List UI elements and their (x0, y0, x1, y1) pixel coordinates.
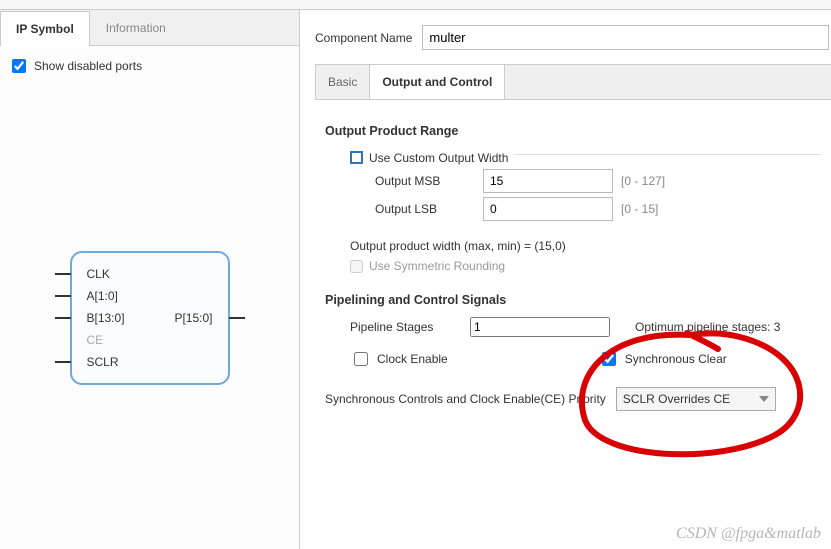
synchronous-clear-label: Synchronous Clear (625, 352, 727, 366)
ip-symbol-area: CLK A[1:0] B[13:0] P[15:0] CE SCLR (0, 86, 299, 549)
port-a: A[1:0] (87, 289, 118, 303)
port-ce: CE (87, 333, 104, 347)
output-msb-range: [0 - 127] (621, 174, 665, 188)
show-disabled-ports-label: Show disabled ports (34, 59, 142, 73)
top-toolbar (0, 0, 831, 10)
output-lsb-range: [0 - 15] (621, 202, 658, 216)
pipeline-stages-label: Pipeline Stages (350, 320, 460, 334)
section-output-product-range: Output Product Range (325, 124, 821, 138)
output-lsb-input[interactable] (483, 197, 613, 221)
show-disabled-ports-checkbox[interactable] (12, 59, 26, 73)
tab-information[interactable]: Information (90, 10, 182, 45)
section-pipelining: Pipelining and Control Signals (325, 293, 821, 307)
component-name-label: Component Name (315, 31, 412, 45)
tab-basic[interactable]: Basic (316, 65, 370, 99)
output-product-width-info: Output product width (max, min) = (15,0) (325, 239, 821, 253)
port-sclr: SCLR (87, 355, 119, 369)
sync-controls-priority-value: SCLR Overrides CE (623, 392, 730, 406)
use-custom-output-width-label: Use Custom Output Width (369, 151, 508, 165)
port-p: P[15:0] (174, 311, 212, 325)
separator-line (514, 154, 821, 155)
sync-controls-priority-dropdown[interactable]: SCLR Overrides CE (616, 387, 776, 411)
tab-ip-symbol[interactable]: IP Symbol (0, 11, 90, 46)
pipeline-stages-input[interactable] (470, 317, 610, 337)
chevron-down-icon (759, 396, 769, 402)
component-name-input[interactable] (422, 25, 829, 50)
output-msb-label: Output MSB (375, 174, 475, 188)
tab-output-and-control[interactable]: Output and Control (370, 65, 505, 99)
clock-enable-label: Clock Enable (377, 352, 448, 366)
output-msb-input[interactable] (483, 169, 613, 193)
ip-block: CLK A[1:0] B[13:0] P[15:0] CE SCLR (70, 251, 230, 385)
output-lsb-label: Output LSB (375, 202, 475, 216)
port-b: B[13:0] (87, 311, 125, 325)
clock-enable-checkbox[interactable] (354, 352, 368, 366)
use-symmetric-rounding-label: Use Symmetric Rounding (369, 259, 505, 273)
port-clk: CLK (87, 267, 110, 281)
sync-controls-priority-label: Synchronous Controls and Clock Enable(CE… (325, 392, 606, 406)
use-symmetric-rounding-checkbox (350, 260, 363, 273)
use-custom-output-width-checkbox[interactable] (350, 151, 363, 164)
left-pane: IP Symbol Information Show disabled port… (0, 10, 300, 549)
right-pane: Component Name Basic Output and Control … (300, 10, 831, 549)
synchronous-clear-checkbox[interactable] (602, 352, 616, 366)
optimum-pipeline-stages: Optimum pipeline stages: 3 (635, 320, 780, 334)
